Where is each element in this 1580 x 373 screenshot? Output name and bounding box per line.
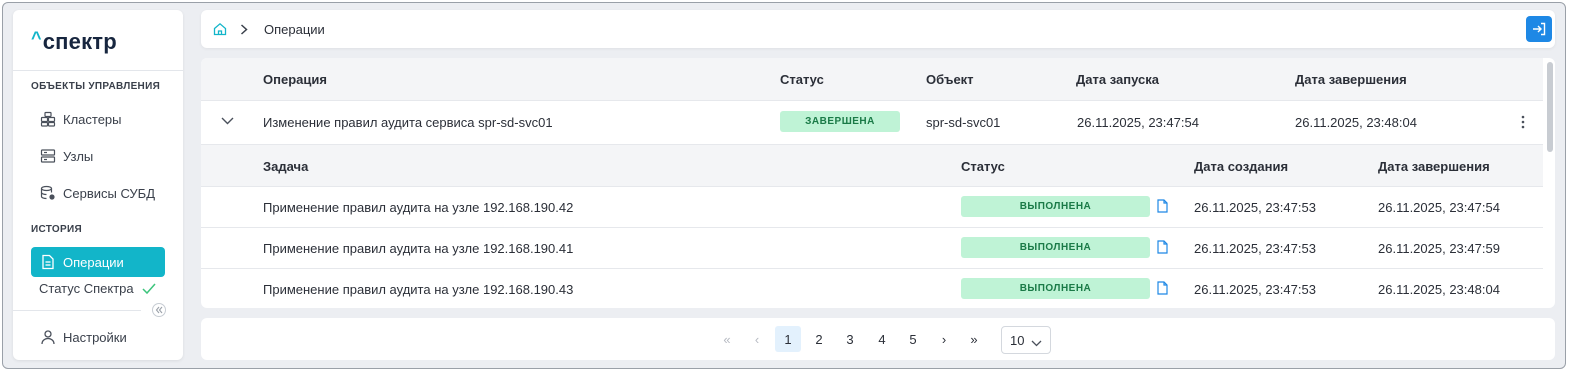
sidebar-item-label: Узлы [63, 148, 94, 164]
tasks-header-row: Задача Статус Дата создания Дата заверше… [201, 145, 1543, 186]
header-bar: Операции [201, 10, 1555, 48]
logout-icon [1533, 22, 1546, 36]
document-icon [39, 253, 57, 271]
sidebar-item-clusters[interactable]: Кластеры [31, 104, 183, 134]
table-scrollbar[interactable] [1547, 62, 1553, 152]
sidebar-item-db-services[interactable]: Сервисы СУБД [31, 178, 183, 208]
operation-end-date: 26.11.2025, 23:48:04 [1295, 115, 1417, 130]
sidebar-item-label: Операции [63, 254, 124, 270]
clusters-icon [39, 110, 57, 128]
task-name: Применение правил аудита на узле 192.168… [263, 282, 574, 297]
log-file-icon[interactable] [1157, 240, 1168, 254]
task-row[interactable]: Применение правил аудита на узле 192.168… [201, 187, 1543, 227]
database-service-icon [39, 184, 57, 202]
task-end-date: 26.11.2025, 23:47:59 [1378, 241, 1500, 256]
operations-table: Операция Статус Объект Дата запуска Дата… [201, 58, 1555, 308]
column-header-status[interactable]: Статус [780, 72, 824, 87]
sidebar-divider [13, 310, 141, 311]
column-header-task-end[interactable]: Дата завершения [1378, 159, 1490, 174]
logo-text: спектр [42, 29, 117, 54]
operation-object: spr-sd-svc01 [926, 115, 1001, 130]
sidebar-item-label: Сервисы СУБД [63, 185, 156, 201]
breadcrumb-current: Операции [264, 21, 325, 37]
task-row[interactable]: Применение правил аудита на узле 192.168… [201, 228, 1543, 268]
sidebar-divider [13, 70, 183, 71]
chevrons-left-icon [155, 306, 163, 314]
sidebar-item-settings[interactable]: Настройки [31, 322, 183, 352]
last-page-button[interactable]: » [961, 326, 987, 352]
task-row[interactable]: Применение правил аудита на узле 192.168… [201, 269, 1543, 308]
task-status-badge: ВЫПОЛНЕНА [961, 278, 1150, 299]
page-2-button[interactable]: 2 [806, 326, 832, 352]
chevron-down-icon[interactable] [221, 117, 234, 125]
status-badge: ЗАВЕРШЕНА [780, 111, 900, 132]
task-created-date: 26.11.2025, 23:47:53 [1194, 282, 1316, 297]
logout-button[interactable] [1526, 16, 1552, 42]
task-end-date: 26.11.2025, 23:48:04 [1378, 282, 1500, 297]
more-vertical-icon[interactable] [1521, 115, 1525, 129]
task-end-date: 26.11.2025, 23:47:54 [1378, 200, 1500, 215]
column-header-end-date[interactable]: Дата завершения [1295, 72, 1407, 87]
column-header-task-status[interactable]: Статус [961, 159, 1005, 174]
operation-name: Изменение правил аудита сервиса spr-sd-s… [263, 115, 553, 130]
sidebar-item-operations[interactable]: Операции [31, 247, 165, 277]
column-header-start-date[interactable]: Дата запуска [1076, 72, 1159, 87]
user-icon [39, 328, 57, 346]
column-header-created[interactable]: Дата создания [1194, 159, 1288, 174]
sidebar: ^спектр ОБЪЕКТЫ УПРАВЛЕНИЯ Кластеры Узлы… [13, 10, 183, 360]
breadcrumb: Операции [213, 10, 325, 48]
operation-start-date: 26.11.2025, 23:47:54 [1077, 115, 1199, 130]
home-icon[interactable] [213, 22, 227, 36]
collapse-sidebar-button[interactable] [152, 303, 166, 317]
sidebar-item-label: Настройки [63, 329, 127, 345]
page-4-button[interactable]: 4 [869, 326, 895, 352]
column-header-task[interactable]: Задача [263, 159, 308, 174]
next-page-button[interactable]: › [931, 326, 957, 352]
task-created-date: 26.11.2025, 23:47:53 [1194, 241, 1316, 256]
page-1-button[interactable]: 1 [775, 326, 801, 352]
sidebar-item-nodes[interactable]: Узлы [31, 141, 183, 171]
chevron-right-icon [240, 23, 248, 35]
app-window: ^спектр ОБЪЕКТЫ УПРАВЛЕНИЯ Кластеры Узлы… [2, 2, 1566, 369]
task-name: Применение правил аудита на узле 192.168… [263, 200, 574, 215]
logo-caret: ^ [31, 28, 42, 48]
column-header-object[interactable]: Объект [926, 72, 974, 87]
page-size-select[interactable]: 10 [1001, 326, 1051, 354]
page-size-value: 10 [1010, 332, 1025, 348]
prev-page-button[interactable]: ‹ [744, 326, 770, 352]
servers-icon [39, 147, 57, 165]
sidebar-item-label: Кластеры [63, 111, 122, 127]
page-5-button[interactable]: 5 [900, 326, 926, 352]
task-status-badge: ВЫПОЛНЕНА [961, 237, 1150, 258]
pagination: « ‹ 1 2 3 4 5 › » 10 [201, 318, 1555, 360]
chevron-down-icon [1031, 335, 1042, 350]
operations-header-row: Операция Статус Объект Дата запуска Дата… [201, 58, 1543, 100]
logo[interactable]: ^спектр [31, 28, 117, 57]
column-header-operation[interactable]: Операция [263, 72, 327, 87]
task-status-badge: ВЫПОЛНЕНА [961, 196, 1150, 217]
log-file-icon[interactable] [1157, 281, 1168, 295]
first-page-button[interactable]: « [714, 326, 740, 352]
log-file-icon[interactable] [1157, 199, 1168, 213]
check-icon [142, 283, 156, 295]
spectr-status[interactable]: Статус Спектра [39, 281, 156, 296]
section-title-history: ИСТОРИЯ [31, 224, 82, 235]
page-3-button[interactable]: 3 [837, 326, 863, 352]
task-name: Применение правил аудита на узле 192.168… [263, 241, 574, 256]
task-created-date: 26.11.2025, 23:47:53 [1194, 200, 1316, 215]
operation-row[interactable]: Изменение правил аудита сервиса spr-sd-s… [201, 101, 1543, 144]
spectr-status-label: Статус Спектра [39, 281, 134, 296]
section-title-objects: ОБЪЕКТЫ УПРАВЛЕНИЯ [31, 81, 161, 92]
